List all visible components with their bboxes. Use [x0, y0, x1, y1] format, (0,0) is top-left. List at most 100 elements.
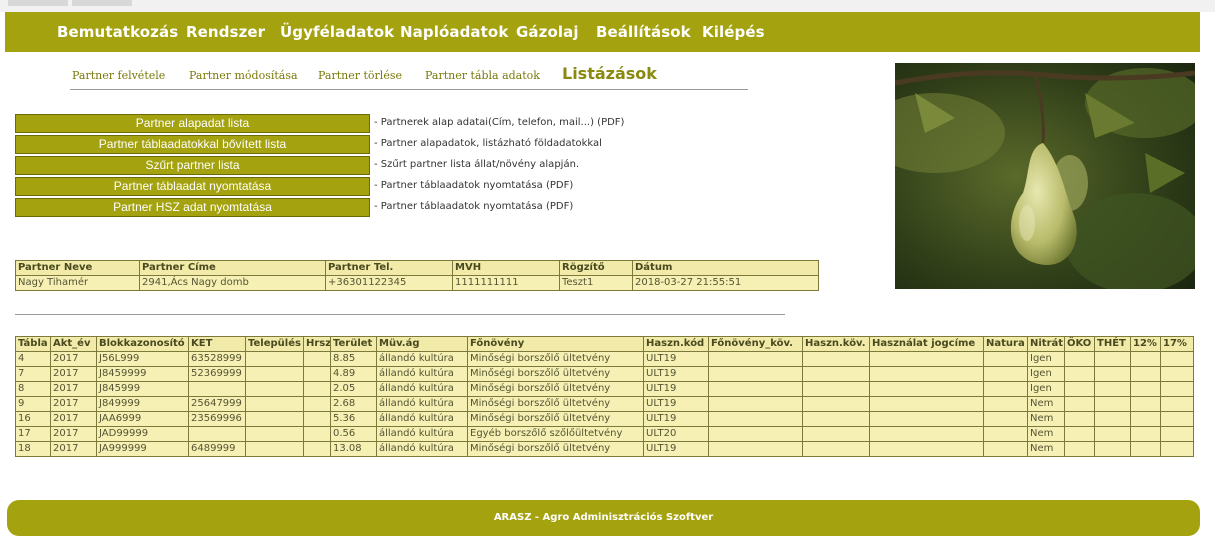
table-cell: 18 — [15, 441, 51, 457]
table-cell: Minőségi borszőlő ültetvény — [467, 381, 644, 397]
table-cell: JAA6999 — [96, 411, 189, 427]
table-cell — [303, 441, 331, 457]
table-cell: Minőségi borszőlő ültetvény — [467, 441, 644, 457]
table-cell — [869, 441, 984, 457]
table-cell — [802, 351, 870, 367]
table-cell — [708, 381, 803, 397]
table-cell: Nem — [1027, 441, 1065, 457]
table-cell: Nagy Tihamér — [15, 275, 140, 291]
table-cell — [1064, 441, 1095, 457]
table-cell: ULT19 — [643, 351, 709, 367]
nav-ugyfeladatok[interactable]: Ügyféladatok — [280, 23, 394, 41]
subnav-listazasok[interactable]: Listázások — [562, 64, 657, 83]
column-header: Település — [245, 336, 304, 352]
table-cell — [1130, 396, 1161, 412]
table-cell — [983, 411, 1028, 427]
table-header-row: Partner Neve Partner Címe Partner Tel. M… — [15, 260, 819, 276]
table-cell: 13.08 — [330, 441, 377, 457]
table-cell: állandó kultúra — [376, 366, 468, 382]
nav-naploadatok[interactable]: Naplóadatok — [400, 23, 508, 41]
table-cell — [802, 411, 870, 427]
table-cell — [1064, 381, 1095, 397]
table-cell — [1130, 381, 1161, 397]
report-description: - Partner táblaadatok nyomtatása (PDF) — [374, 180, 574, 191]
column-header: Haszn.kód — [643, 336, 709, 352]
table-cell: 16 — [15, 411, 51, 427]
table-cell — [1094, 351, 1131, 367]
nav-rendszer[interactable]: Rendszer — [186, 23, 265, 41]
subnav-partner-torlese[interactable]: Partner törlése — [318, 69, 402, 82]
column-header: MVH — [452, 260, 560, 276]
nav-gazolaj[interactable]: Gázolaj — [516, 23, 579, 41]
subnav-partner-tabla-adatok[interactable]: Partner tábla adatok — [425, 69, 540, 82]
table-cell — [303, 411, 331, 427]
table-row[interactable]: 8 2017 J845999 2.05 állandó kultúra Minőségi … — [15, 381, 1194, 397]
partner-hsz-adat-nyomtatasa-button[interactable]: Partner HSZ adat nyomtatása — [15, 198, 370, 217]
table-cell — [1094, 411, 1131, 427]
table-row[interactable]: 7 2017 J8459999 52369999 4.89 állandó kultúra… — [15, 366, 1194, 382]
table-cell: Nem — [1027, 411, 1065, 427]
table-cell — [245, 351, 304, 367]
table-cell — [1130, 426, 1161, 442]
table-cell — [1094, 441, 1131, 457]
nav-beallitasok[interactable]: Beállítások — [596, 23, 691, 41]
column-header: Főnövény_köv. — [708, 336, 803, 352]
table-cell — [869, 411, 984, 427]
report-description: - Partnerek alap adatai(Cím, telefon, ma… — [374, 117, 625, 128]
table-row[interactable]: 9 2017 J849999 25647999 2.68 állandó kultúra M… — [15, 396, 1194, 412]
table-cell: állandó kultúra — [376, 381, 468, 397]
table-cell — [1160, 366, 1194, 382]
table-cell: Minőségi borszőlő ültetvény — [467, 366, 644, 382]
table-cell: Minőségi borszőlő ültetvény — [467, 396, 644, 412]
partner-table: Partner Neve Partner Címe Partner Tel. M… — [15, 260, 819, 291]
table-cell: 9 — [15, 396, 51, 412]
table-cell: 2017 — [50, 411, 97, 427]
table-cell — [1130, 441, 1161, 457]
column-header: Blokkazonosító — [96, 336, 189, 352]
table-cell — [188, 381, 246, 397]
table-cell: J56L999 — [96, 351, 189, 367]
table-cell — [802, 441, 870, 457]
column-header: 17% — [1160, 336, 1194, 352]
table-cell — [983, 351, 1028, 367]
table-cell: Igen — [1027, 351, 1065, 367]
tab-marker — [72, 0, 132, 6]
subnav-partner-felvetele[interactable]: Partner felvétele — [72, 69, 165, 82]
partner-alapadat-lista-button[interactable]: Partner alapadat lista — [15, 114, 370, 133]
table-cell — [1064, 366, 1095, 382]
table-cell — [303, 426, 331, 442]
szurt-partner-lista-button[interactable]: Szűrt partner lista — [15, 156, 370, 175]
column-header: Tábla — [15, 336, 51, 352]
table-row[interactable]: 18 2017 JA999999 6489999 13.08 állandó kultúr… — [15, 441, 1194, 457]
table-cell — [983, 441, 1028, 457]
table-cell: állandó kultúra — [376, 351, 468, 367]
table-cell — [802, 366, 870, 382]
table-cell: Teszt1 — [559, 275, 633, 291]
column-header: THÉT — [1094, 336, 1131, 352]
table-cell: Nem — [1027, 426, 1065, 442]
table-cell — [1130, 366, 1161, 382]
partner-tablaadat-nyomtatasa-button[interactable]: Partner táblaadat nyomtatása — [15, 177, 370, 196]
table-cell: Egyéb borszőlő szőlőültetvény — [467, 426, 644, 442]
table-cell — [869, 426, 984, 442]
table-cell — [1160, 396, 1194, 412]
nav-kilepes[interactable]: Kilépés — [702, 23, 765, 41]
table-cell: 17 — [15, 426, 51, 442]
table-cell — [1064, 351, 1095, 367]
table-cell — [245, 411, 304, 427]
nav-bemutatkozas[interactable]: Bemutatkozás — [57, 23, 178, 41]
table-row[interactable]: 4 2017 J56L999 63528999 8.85 állandó kultúra M… — [15, 351, 1194, 367]
table-cell — [708, 366, 803, 382]
table-row[interactable]: 16 2017 JAA6999 23569996 5.36 állandó kultúra… — [15, 411, 1194, 427]
table-cell: állandó kultúra — [376, 396, 468, 412]
table-cell: 2017 — [50, 351, 97, 367]
table-cell — [869, 381, 984, 397]
column-header: Hrsz — [303, 336, 331, 352]
table-cell: Igen — [1027, 381, 1065, 397]
table-row[interactable]: Nagy Tihamér 2941,Ács Nagy domb +3630112… — [15, 275, 819, 291]
column-header: Főnövény — [467, 336, 644, 352]
table-cell — [245, 381, 304, 397]
subnav-partner-modositasa[interactable]: Partner módosítása — [189, 69, 298, 82]
partner-tablaadatokkal-bovitett-lista-button[interactable]: Partner táblaadatokkal bővített lista — [15, 135, 370, 154]
table-row[interactable]: 17 2017 JAD99999 0.56 állandó kultúra Egyéb b… — [15, 426, 1194, 442]
